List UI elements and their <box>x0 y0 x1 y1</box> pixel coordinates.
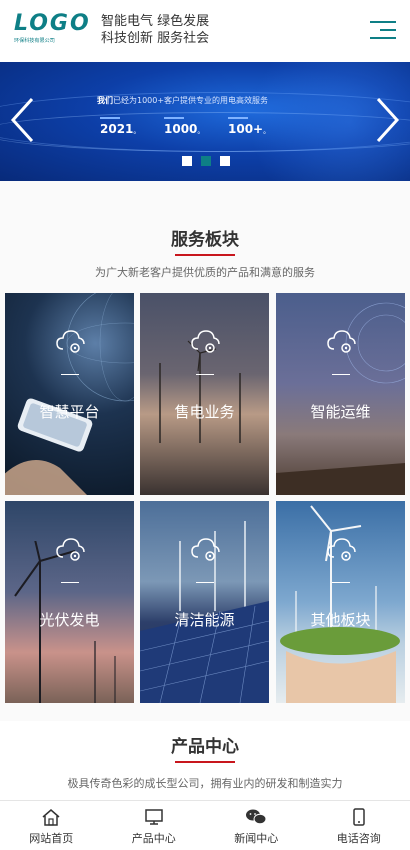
service-tile-other[interactable]: 其他板块 <box>276 501 405 703</box>
tab-label: 网站首页 <box>29 832 74 845</box>
tab-products[interactable]: 产品中心 <box>103 801 206 850</box>
cloud-gear-icon <box>191 330 220 353</box>
section-title-services: 服务板块 <box>171 230 239 250</box>
tab-label: 新闻中心 <box>234 832 279 845</box>
cloud-gear-icon <box>191 538 220 561</box>
cloud-gear-icon <box>327 538 356 561</box>
chevron-left-icon[interactable] <box>8 95 38 145</box>
title-underline <box>175 254 235 256</box>
stat-projects: 100+。 <box>228 122 271 136</box>
service-tile-label: 光伏发电 <box>39 611 100 629</box>
tab-home[interactable]: 网站首页 <box>0 801 103 850</box>
stat-divider <box>164 117 184 119</box>
tab-news[interactable]: 新闻中心 <box>205 801 308 850</box>
service-tile-label: 其他板块 <box>310 611 371 629</box>
cloud-gear-icon <box>56 330 85 353</box>
home-icon <box>42 809 60 826</box>
section-title-products: 产品中心 <box>171 737 239 757</box>
cloud-gear-icon <box>327 330 356 353</box>
carousel-dot-2[interactable] <box>201 156 211 166</box>
carousel-dots <box>182 156 230 166</box>
service-tile-electricity-sales[interactable]: 售电业务 <box>140 293 269 495</box>
service-tile-smart-platform[interactable]: 智慧平台 <box>5 293 134 495</box>
slogan-line-1: 智能电气 绿色发展 <box>101 14 210 29</box>
stat-year: 2021。 <box>100 122 141 136</box>
monitor-icon <box>145 809 163 825</box>
tile-divider <box>196 374 214 375</box>
tab-label: 电话咨询 <box>336 832 381 845</box>
cloud-gear-icon <box>56 538 85 561</box>
section-subtitle-services: 为广大新老客户提供优质的产品和满意的服务 <box>95 266 315 279</box>
wechat-icon <box>246 809 267 825</box>
service-tile-label: 智慧平台 <box>39 403 100 421</box>
section-subtitle-products: 极具传奇色彩的成长型公司，拥有业内的研发和制造实力 <box>67 777 343 790</box>
bottom-tab-bar: 网站首页 产品中心 新闻中心 电话咨询 <box>0 800 410 850</box>
tab-phone[interactable]: 电话咨询 <box>308 801 410 850</box>
hamburger-icon[interactable] <box>370 21 396 41</box>
tile-divider <box>332 374 350 375</box>
slogan-line-2: 科技创新 服务社会 <box>101 31 210 46</box>
carousel-dot-3[interactable] <box>220 156 230 166</box>
logo-subtext: 环保科技有限公司 <box>14 37 55 44</box>
tile-divider <box>332 582 350 583</box>
carousel-dot-1[interactable] <box>182 156 192 166</box>
tab-label: 产品中心 <box>131 832 176 845</box>
slogan: 智能电气 绿色发展 科技创新 服务社会 <box>101 13 209 47</box>
service-tile-clean-energy[interactable]: 清洁能源 <box>140 501 269 703</box>
service-tile-photovoltaic[interactable]: 光伏发电 <box>5 501 134 703</box>
tile-divider <box>61 374 79 375</box>
stat-divider <box>100 117 120 119</box>
chevron-right-icon[interactable] <box>372 95 402 145</box>
logo-text: LOGO <box>14 11 91 36</box>
service-tile-label: 智能运维 <box>310 403 371 421</box>
stat-clients: 1000。 <box>164 122 205 136</box>
stat-divider <box>228 117 248 119</box>
header: LOGO 环保科技有限公司 智能电气 绿色发展 科技创新 服务社会 <box>0 0 410 62</box>
logo[interactable]: LOGO 环保科技有限公司 <box>14 12 96 48</box>
service-tile-smart-ops[interactable]: 智能运维 <box>276 293 405 495</box>
service-tile-label: 清洁能源 <box>174 611 235 629</box>
title-underline <box>175 761 235 763</box>
service-tile-label: 售电业务 <box>174 403 235 421</box>
tile-divider <box>196 582 214 583</box>
banner-text: 我们已经为1000+客户提供专业的用电高效服务 <box>97 96 269 105</box>
tile-divider <box>61 582 79 583</box>
phone-icon <box>353 808 365 826</box>
